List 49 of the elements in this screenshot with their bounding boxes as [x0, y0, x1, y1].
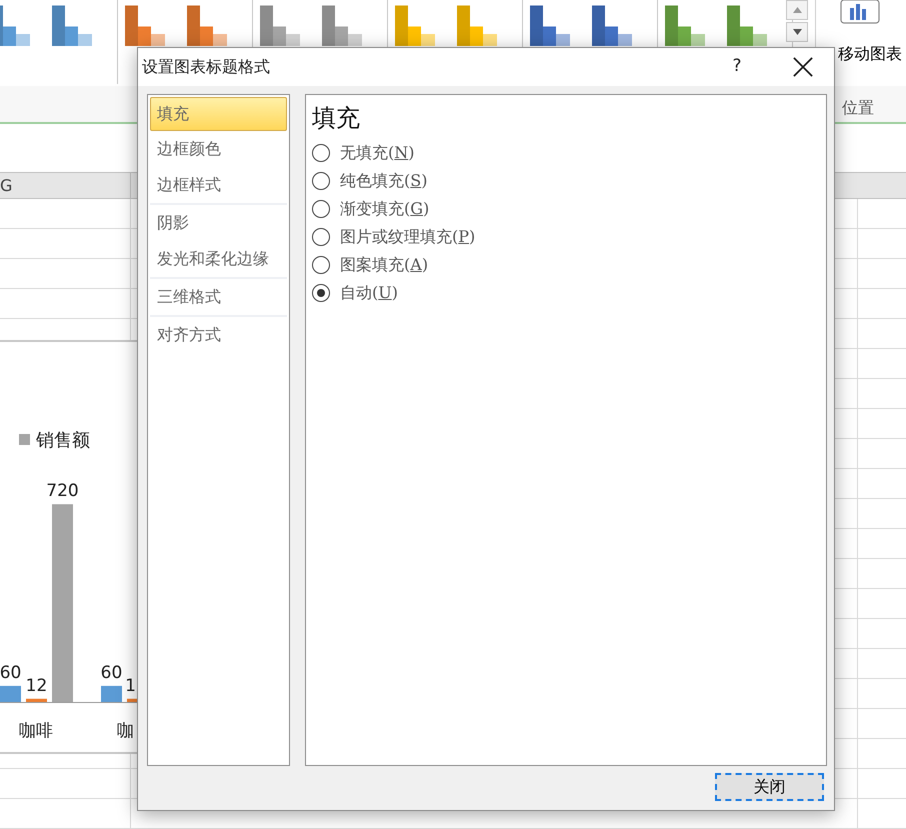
caret-down-icon	[792, 29, 802, 35]
radio-button[interactable]	[312, 200, 330, 218]
radio-button[interactable]	[312, 144, 330, 162]
option-label[interactable]: 纯色填充(S)	[340, 169, 428, 193]
data-label: 60	[100, 662, 122, 683]
chart-style-thumbnail[interactable]	[530, 4, 572, 46]
chart-style-thumbnail[interactable]	[457, 4, 499, 46]
radio-button[interactable]	[312, 256, 330, 274]
column-header[interactable]: G	[0, 173, 131, 198]
radio-button[interactable]	[312, 228, 330, 246]
radio-button[interactable]	[312, 172, 330, 190]
data-label: 720	[46, 481, 79, 502]
chart-style-thumbnail[interactable]	[322, 4, 364, 46]
section-heading: 填充	[312, 103, 361, 134]
move-chart-button[interactable]: 移动图表	[838, 42, 902, 66]
nav-item[interactable]: 阴影	[150, 205, 287, 241]
option-label[interactable]: 无填充(N)	[340, 141, 414, 165]
category-label: 咖	[117, 721, 134, 741]
chart-style-thumbnail[interactable]	[727, 4, 769, 46]
category-label: 咖啡	[19, 721, 53, 741]
legend-label: 销售额	[36, 430, 90, 451]
option-label[interactable]: 渐变填充(G)	[340, 197, 430, 221]
help-button[interactable]: ?	[724, 54, 750, 80]
chart-style-thumbnail[interactable]	[260, 4, 302, 46]
dialog-title: 设置图表标题格式	[142, 56, 271, 78]
option-label[interactable]: 自动(U)	[340, 281, 398, 305]
scroll-down-button[interactable]	[786, 22, 808, 42]
nav-item[interactable]: 填充	[150, 97, 287, 131]
group-label: 位置	[842, 97, 874, 119]
nav-item[interactable]: 边框颜色	[150, 131, 287, 167]
option-label[interactable]: 图片或纹理填充(P)	[340, 225, 476, 249]
data-label: 12	[26, 676, 48, 696]
nav-item[interactable]: 边框样式	[150, 167, 287, 203]
close-button[interactable]: 关闭	[715, 773, 824, 801]
nav-item[interactable]: 三维格式	[150, 279, 287, 315]
data-label: 60	[0, 662, 22, 683]
chart-style-thumbnail[interactable]	[0, 4, 32, 46]
nav-item[interactable]: 发光和柔化边缘	[150, 241, 287, 277]
nav-item[interactable]: 对齐方式	[150, 317, 287, 353]
chart-style-thumbnail[interactable]	[125, 4, 167, 46]
chart-style-thumbnail[interactable]	[592, 4, 634, 46]
radio-button[interactable]	[312, 284, 330, 302]
chart-style-thumbnail[interactable]	[52, 4, 94, 46]
caret-up-icon	[792, 7, 802, 13]
data-label: 1	[125, 676, 136, 696]
chart-style-thumbnail[interactable]	[665, 4, 707, 46]
chart-style-thumbnail[interactable]	[187, 4, 229, 46]
chart-style-thumbnail[interactable]	[395, 4, 437, 46]
option-label[interactable]: 图案填充(A)	[340, 253, 428, 277]
